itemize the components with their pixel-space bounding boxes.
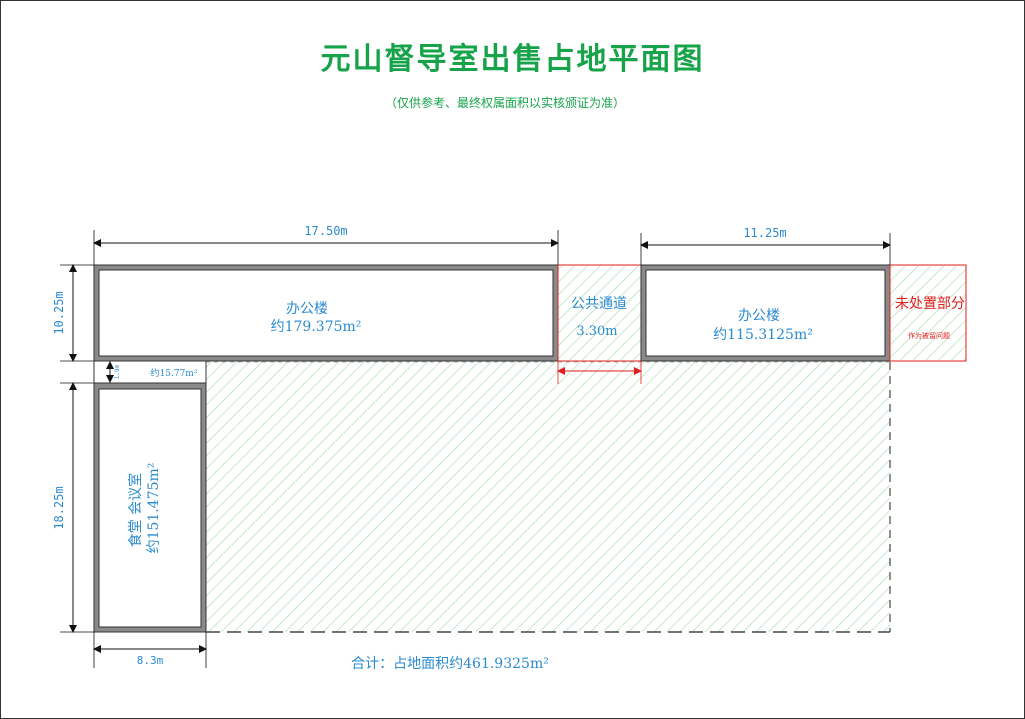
canteen-area: 约151.475m² — [146, 463, 162, 554]
office-left-area: 约179.375m² — [271, 319, 362, 335]
land-area-hatch — [206, 362, 890, 632]
dim-left-top-label: 10.25m — [52, 291, 66, 334]
unsold-note: 作为被留问题 — [908, 331, 950, 340]
office-right-name: 办公楼 — [738, 308, 780, 324]
dim-top-right-label: 11.25m — [743, 226, 786, 240]
floor-plan: 17.50m 11.25m 10.25m 18.25m 1.9m 8.3m 办公… — [52, 224, 967, 672]
canteen-name: 食堂 会议室 — [127, 473, 144, 547]
small-area: 约15.77m² — [151, 367, 198, 379]
dim-bottom-label: 8.3m — [137, 654, 164, 667]
dim-top-left-label: 17.50m — [304, 224, 347, 238]
dim-small-label: 1.9m — [114, 364, 121, 379]
passage-width: 3.30m — [576, 324, 617, 339]
unsold-hatch — [890, 266, 966, 360]
office-left-name: 办公楼 — [286, 301, 328, 317]
passage-hatch — [558, 266, 641, 360]
dim-left-bottom-label: 18.25m — [52, 486, 66, 529]
office-right-area: 约115.3125m² — [713, 327, 813, 343]
unsold-name: 未处置部分 — [895, 296, 965, 312]
total-area: 合计：占地面积约461.9325m² — [351, 656, 549, 672]
passage-name: 公共通道 — [571, 296, 627, 312]
